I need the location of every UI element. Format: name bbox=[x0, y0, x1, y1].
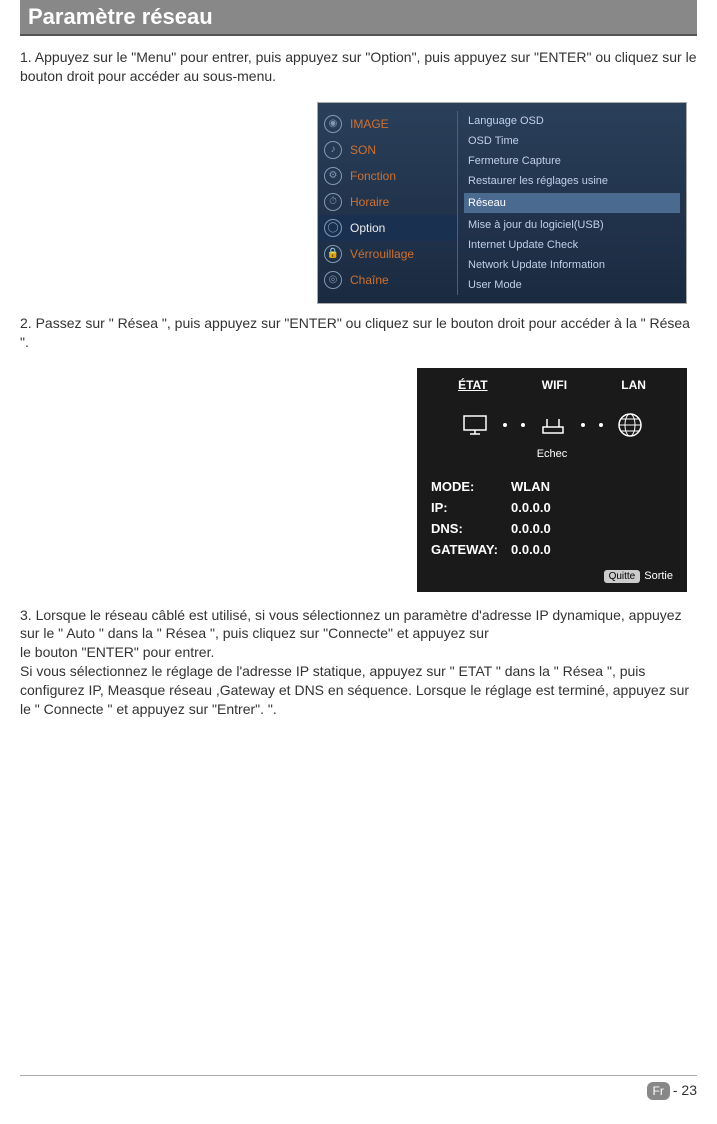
lang-badge: Fr bbox=[647, 1082, 670, 1100]
menu-item-label: Vérrouillage bbox=[350, 247, 414, 261]
submenu-reseau[interactable]: Réseau bbox=[464, 193, 680, 213]
submenu-network-info[interactable]: Network Update Information bbox=[464, 255, 680, 275]
dot-icon bbox=[599, 423, 603, 427]
submenu-user-mode[interactable]: User Mode bbox=[464, 275, 680, 295]
menu-item-option[interactable]: ◯ Option bbox=[318, 215, 457, 241]
net-key: DNS: bbox=[431, 521, 511, 536]
net-key: GATEWAY: bbox=[431, 542, 511, 557]
submenu-language[interactable]: Language OSD bbox=[464, 111, 680, 131]
network-diagram bbox=[431, 412, 673, 438]
menu-item-label: Fonction bbox=[350, 169, 396, 183]
osd-menu-left: ◉ IMAGE ♪ SON ⚙ Fonction ⏱ Horaire ◯ Option 🔒… bbox=[318, 111, 458, 295]
tab-lan[interactable]: LAN bbox=[621, 378, 646, 392]
network-panel: ÉTAT WIFI LAN Echec MODE:WLAN IP:0.0.0.0… bbox=[417, 368, 687, 592]
dot-icon bbox=[581, 423, 585, 427]
dot-icon bbox=[503, 423, 507, 427]
net-row-dns: DNS:0.0.0.0 bbox=[431, 518, 673, 539]
net-value: 0.0.0.0 bbox=[511, 542, 551, 557]
menu-item-image[interactable]: ◉ IMAGE bbox=[318, 111, 457, 137]
net-key: IP: bbox=[431, 500, 511, 515]
osd-menu-right: Language OSD OSD Time Fermeture Capture … bbox=[458, 111, 686, 295]
step-2-text: 2. Passez sur " Résea ", puis appuyez su… bbox=[20, 314, 697, 352]
network-status-text: Echec bbox=[431, 448, 673, 460]
menu-item-fonction[interactable]: ⚙ Fonction bbox=[318, 163, 457, 189]
tab-wifi[interactable]: WIFI bbox=[542, 378, 567, 392]
menu-item-label: Horaire bbox=[350, 195, 389, 209]
net-value: 0.0.0.0 bbox=[511, 521, 551, 536]
step-3-text: 3. Lorsque le réseau câblé est utilisé, … bbox=[20, 606, 697, 719]
menu-item-label: Option bbox=[350, 221, 385, 235]
submenu-fermeture[interactable]: Fermeture Capture bbox=[464, 151, 680, 171]
menu-item-verrouillage[interactable]: 🔒 Vérrouillage bbox=[318, 241, 457, 267]
net-row-gateway: GATEWAY:0.0.0.0 bbox=[431, 539, 673, 560]
ring-icon: ◯ bbox=[324, 219, 342, 237]
globe-icon bbox=[617, 412, 643, 438]
router-icon bbox=[539, 413, 567, 437]
target-icon: ◎ bbox=[324, 271, 342, 289]
gear-icon: ⚙ bbox=[324, 167, 342, 185]
submenu-osd-time[interactable]: OSD Time bbox=[464, 131, 680, 151]
net-value: WLAN bbox=[511, 479, 550, 494]
dot-icon bbox=[521, 423, 525, 427]
lock-icon: 🔒 bbox=[324, 245, 342, 263]
network-exit: QuitteSortie bbox=[431, 570, 673, 582]
tab-etat[interactable]: ÉTAT bbox=[458, 378, 488, 392]
step-1-text: 1. Appuyez sur le "Menu" pour entrer, pu… bbox=[20, 48, 697, 86]
menu-item-label: Chaîne bbox=[350, 273, 389, 287]
net-row-ip: IP:0.0.0.0 bbox=[431, 497, 673, 518]
page-number: 23 bbox=[681, 1082, 697, 1098]
monitor-icon bbox=[461, 413, 489, 437]
submenu-usb-update[interactable]: Mise à jour du logiciel(USB) bbox=[464, 215, 680, 235]
menu-item-chaine[interactable]: ◎ Chaîne bbox=[318, 267, 457, 293]
exit-label: Sortie bbox=[644, 570, 673, 582]
page-title: Paramètre réseau bbox=[20, 0, 697, 36]
music-icon: ♪ bbox=[324, 141, 342, 159]
net-row-mode: MODE:WLAN bbox=[431, 476, 673, 497]
submenu-restaurer[interactable]: Restaurer les réglages usine bbox=[464, 171, 680, 191]
quit-badge[interactable]: Quitte bbox=[604, 570, 641, 583]
page-footer: Fr- 23 bbox=[20, 1075, 697, 1100]
clock-icon: ⏱ bbox=[324, 193, 342, 211]
menu-item-label: IMAGE bbox=[350, 117, 389, 131]
menu-item-horaire[interactable]: ⏱ Horaire bbox=[318, 189, 457, 215]
network-tabs: ÉTAT WIFI LAN bbox=[431, 378, 673, 392]
menu-item-label: SON bbox=[350, 143, 376, 157]
net-value: 0.0.0.0 bbox=[511, 500, 551, 515]
submenu-internet-check[interactable]: Internet Update Check bbox=[464, 235, 680, 255]
menu-item-son[interactable]: ♪ SON bbox=[318, 137, 457, 163]
circle-icon: ◉ bbox=[324, 115, 342, 133]
net-key: MODE: bbox=[431, 479, 511, 494]
osd-menu: ◉ IMAGE ♪ SON ⚙ Fonction ⏱ Horaire ◯ Option 🔒… bbox=[317, 102, 687, 304]
